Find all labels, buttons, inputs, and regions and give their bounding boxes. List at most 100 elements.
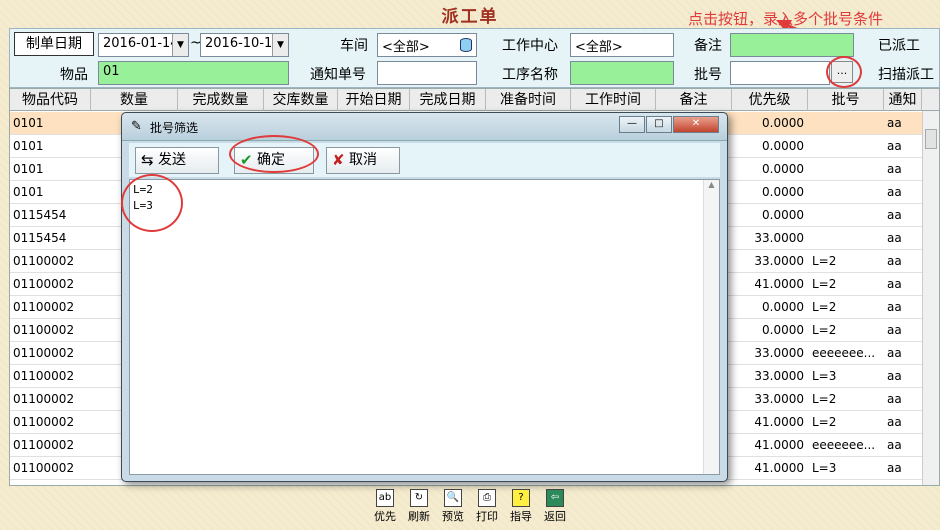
preview-icon: 🔍	[444, 489, 462, 507]
cell-batch: L=3	[812, 461, 837, 475]
notice-field[interactable]	[377, 61, 477, 85]
cell-notice: aa	[887, 461, 902, 475]
refresh-label: 刷新	[408, 510, 430, 523]
annotation-circle	[826, 56, 862, 88]
col-header[interactable]: 交库数量	[264, 89, 338, 111]
batch-field[interactable]	[730, 61, 830, 85]
cell-priority: 0.0000	[762, 323, 804, 337]
cell-notice: aa	[887, 415, 902, 429]
cell-batch: L=2	[812, 323, 837, 337]
cell-code: 01100002	[13, 392, 75, 406]
cell-notice: aa	[887, 185, 902, 199]
workshop-label: 车间	[340, 38, 368, 54]
cell-code: 0101	[13, 162, 44, 176]
cross-icon: ✘	[332, 151, 345, 169]
col-header[interactable]: 数量	[91, 89, 178, 111]
col-header[interactable]: 开始日期	[338, 89, 410, 111]
cell-batch	[812, 181, 882, 204]
annotation-circle-ok	[229, 135, 319, 173]
cell-batch	[812, 112, 882, 135]
database-icon[interactable]	[460, 38, 472, 52]
batch-filter-dialog: ✎ 批号筛选 — □ ✕ ⇆ 发送 ✔ 确定 ✘ 取消 L=2 L=3 ▲	[121, 112, 728, 482]
batch-text-area[interactable]: L=2 L=3 ▲	[129, 179, 720, 475]
col-header[interactable]: 完成日期	[410, 89, 486, 111]
cell-code: 01100002	[13, 323, 75, 337]
cell-batch: eeeeeee...	[812, 438, 876, 452]
cell-priority: 0.0000	[762, 162, 804, 176]
refresh-button[interactable]: ↻ 刷新	[402, 488, 436, 524]
cell-code: 0101	[13, 139, 44, 153]
cell-code: 0101	[13, 116, 44, 130]
preview-label: 预览	[442, 510, 464, 523]
col-header[interactable]: 物品代码	[10, 89, 91, 111]
back-button[interactable]: ⇦ 返回	[538, 488, 572, 524]
date-to-field[interactable]: 2016-10-14 ▼	[200, 33, 289, 57]
cell-batch: L=2	[812, 415, 837, 429]
close-icon[interactable]: ✕	[673, 116, 719, 133]
workshop-field[interactable]: <全部>	[377, 33, 477, 57]
cell-notice: aa	[887, 438, 902, 452]
print-label: 打印	[476, 510, 498, 523]
cell-code: 0115454	[13, 208, 67, 222]
priority-icon: ab	[376, 489, 394, 507]
process-label: 工序名称	[502, 67, 558, 83]
col-header[interactable]: 优先级	[732, 89, 808, 111]
send-button[interactable]: ⇆ 发送	[135, 147, 219, 174]
preview-button[interactable]: 🔍 预览	[436, 488, 470, 524]
cell-batch	[812, 204, 882, 227]
scan-label: 扫描派工	[878, 67, 934, 83]
col-header[interactable]: 备注	[656, 89, 732, 111]
maximize-icon[interactable]: □	[646, 116, 672, 133]
cell-batch: L=2	[812, 392, 837, 406]
dialog-titlebar[interactable]: ✎ 批号筛选 — □ ✕	[122, 113, 727, 141]
workcenter-value: <全部>	[575, 40, 623, 55]
process-field[interactable]	[570, 61, 674, 85]
batch-label: 批号	[694, 67, 722, 83]
cell-code: 01100002	[13, 300, 75, 314]
cell-batch	[812, 135, 882, 158]
dialog-scrollbar[interactable]: ▲	[703, 180, 719, 474]
guide-label: 指导	[510, 510, 532, 523]
table-scrollbar[interactable]	[922, 111, 939, 485]
dialog-toolbar: ⇆ 发送 ✔ 确定 ✘ 取消	[129, 143, 720, 177]
priority-button[interactable]: ab 优先	[368, 488, 402, 524]
cell-code: 01100002	[13, 438, 75, 452]
scrollbar-thumb[interactable]	[925, 129, 937, 149]
pencil-icon: ✎	[131, 119, 142, 134]
date-from-field[interactable]: 2016-01-14 ▼	[98, 33, 189, 57]
annotation-text: 点击按钮，录入多个批号条件	[688, 10, 884, 28]
col-header[interactable]: 批号	[808, 89, 884, 111]
item-value: 01	[103, 64, 120, 79]
cell-priority: 33.0000	[754, 346, 804, 360]
cell-notice: aa	[887, 254, 902, 268]
cell-priority: 41.0000	[754, 415, 804, 429]
cell-batch	[812, 227, 882, 250]
col-header[interactable]: 通知	[884, 89, 922, 111]
item-field[interactable]: 01	[98, 61, 289, 85]
exit-icon: ⇦	[546, 489, 564, 507]
cell-code: 01100002	[13, 254, 75, 268]
col-header[interactable]: 完成数量	[178, 89, 264, 111]
remark-field[interactable]	[730, 33, 854, 57]
guide-button[interactable]: ? 指导	[504, 488, 538, 524]
refresh-icon: ↻	[410, 489, 428, 507]
print-button[interactable]: ⎙ 打印	[470, 488, 504, 524]
cell-priority: 0.0000	[762, 139, 804, 153]
cell-priority: 41.0000	[754, 277, 804, 291]
cell-code: 0115454	[13, 231, 67, 245]
minimize-icon[interactable]: —	[619, 116, 645, 133]
col-header[interactable]: 准备时间	[486, 89, 571, 111]
workcenter-field[interactable]: <全部>	[570, 33, 674, 57]
dispatched-label: 已派工	[878, 38, 920, 54]
cell-batch: L=2	[812, 300, 837, 314]
date-label: 制单日期	[14, 32, 94, 56]
cell-batch: L=2	[812, 254, 837, 268]
col-header[interactable]: 工作时间	[571, 89, 656, 111]
chevron-down-icon[interactable]: ▼	[272, 34, 288, 56]
cancel-button[interactable]: ✘ 取消	[326, 147, 400, 174]
chevron-down-icon[interactable]: ▼	[172, 34, 188, 56]
cell-batch: L=3	[812, 369, 837, 383]
workcenter-label: 工作中心	[502, 38, 558, 54]
remark-label: 备注	[694, 38, 722, 54]
cell-notice: aa	[887, 208, 902, 222]
